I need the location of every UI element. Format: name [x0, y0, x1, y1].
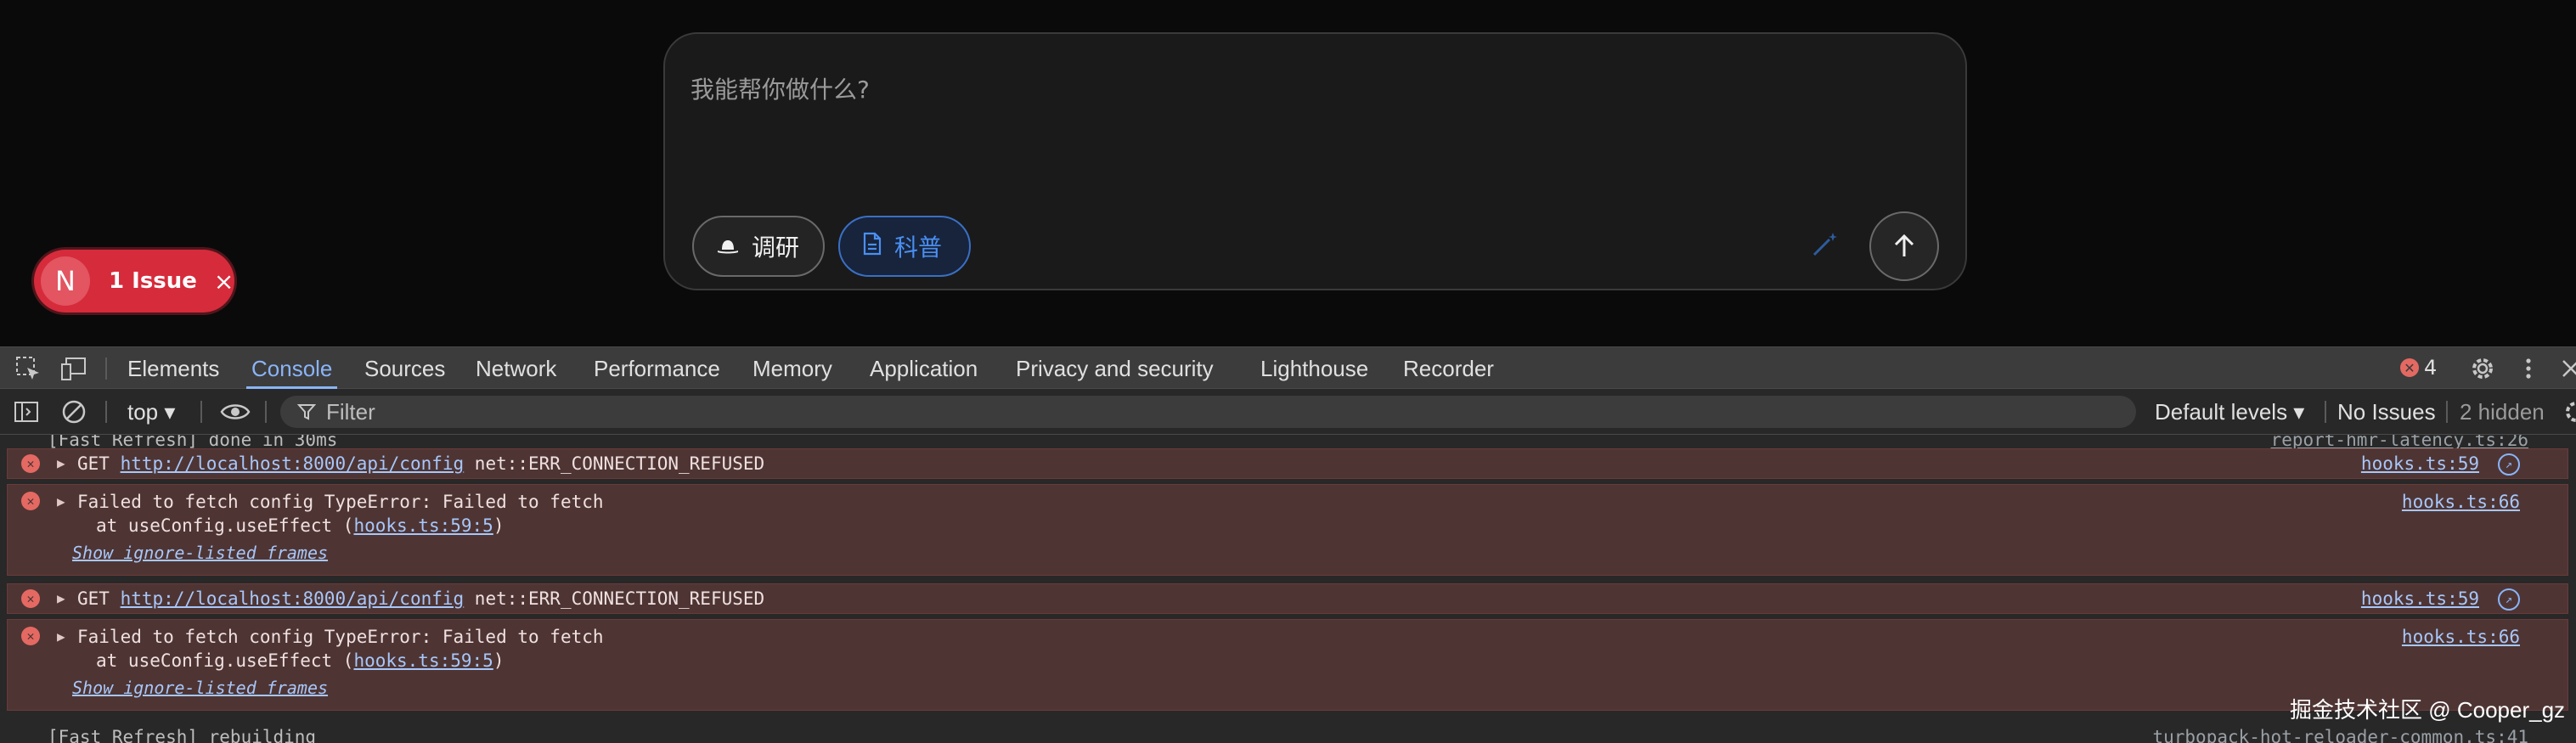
device-toolbar-icon[interactable]: [59, 354, 88, 383]
divider: [105, 357, 107, 380]
clear-console-icon[interactable]: [59, 397, 88, 426]
network-request-icon[interactable]: ↗: [2498, 588, 2520, 611]
issues-button[interactable]: No Issues: [2337, 389, 2436, 435]
hat-icon: [716, 233, 740, 261]
sidebar-toggle-icon[interactable]: [12, 397, 41, 426]
error-icon: ✕: [21, 454, 40, 473]
console-filterbar: top ▾ Filter Default levels ▾ No Issues …: [0, 389, 2576, 435]
stack-frame-link[interactable]: hooks.ts:59:5: [353, 515, 493, 536]
nextjs-logo-icon: N: [41, 256, 90, 306]
tab-memory[interactable]: Memory: [753, 347, 832, 390]
hidden-count: 2 hidden: [2460, 399, 2545, 425]
request-url-link[interactable]: http://localhost:8000/api/config: [121, 588, 465, 609]
log-source-link[interactable]: turbopack-hot-reloader-common.ts:41: [2152, 727, 2528, 743]
stack-frame: at useConfig.useEffect (hooks.ts:59:5): [96, 515, 504, 536]
stack-frame-link[interactable]: hooks.ts:59:5: [353, 650, 493, 671]
tab-lighthouse[interactable]: Lighthouse: [1260, 347, 1368, 390]
network-request-icon[interactable]: ↗: [2498, 453, 2520, 476]
error-icon: ✕: [21, 627, 40, 645]
request-url-link[interactable]: http://localhost:8000/api/config: [121, 453, 465, 474]
error-count: 4: [2424, 356, 2438, 380]
console-settings-icon[interactable]: [2562, 397, 2576, 426]
magic-wand-icon[interactable]: [1807, 228, 1841, 262]
filter-icon: [297, 404, 316, 420]
filter-placeholder: Filter: [326, 398, 375, 425]
inspect-element-icon[interactable]: [14, 354, 42, 383]
source-link[interactable]: hooks.ts:59: [2361, 588, 2479, 609]
error-message: GET http://localhost:8000/api/config net…: [77, 453, 765, 474]
science-chip-button[interactable]: 科普: [838, 216, 971, 277]
watermark: 掘金技术社区 @ Cooper_gz: [2290, 697, 2566, 723]
survey-chip-label: 调研: [752, 234, 800, 262]
issue-count-label: 1 Issue: [109, 268, 197, 294]
divider: [105, 401, 107, 423]
error-icon: ✕: [21, 492, 40, 510]
close-devtools-icon[interactable]: [2558, 354, 2576, 383]
error-message: Failed to fetch config TypeError: Failed…: [77, 627, 604, 647]
issues-badge-button[interactable]: N 1 Issue ×: [34, 250, 234, 312]
tab-recorder[interactable]: Recorder: [1403, 347, 1494, 390]
tab-network[interactable]: Network: [476, 347, 556, 390]
tab-application[interactable]: Application: [870, 347, 978, 390]
console-error-row[interactable]: ✕ ▶ Failed to fetch config TypeError: Fa…: [7, 619, 2568, 711]
divider: [2446, 401, 2448, 423]
tab-console[interactable]: Console: [245, 347, 338, 390]
tab-privacy-security[interactable]: Privacy and security: [1016, 347, 1214, 390]
source-link[interactable]: hooks.ts:66: [2402, 627, 2520, 647]
app-page: 我能帮你做什么? 调研 科普 N 1 Issue ×: [0, 0, 2576, 346]
stack-frame: at useConfig.useEffect (hooks.ts:59:5): [96, 650, 504, 671]
devtools-tabbar: Elements Console Sources Network Perform…: [0, 346, 2576, 390]
chat-input[interactable]: 我能帮你做什么?: [691, 71, 870, 105]
log-levels-dropdown[interactable]: Default levels ▾: [2155, 389, 2304, 435]
log-message: [Fast Refresh] rebuilding: [48, 727, 317, 743]
eye-icon[interactable]: [219, 397, 251, 426]
survey-chip-button[interactable]: 调研: [692, 216, 825, 277]
expand-triangle-icon[interactable]: ▶: [57, 628, 65, 644]
expand-triangle-icon[interactable]: ▶: [57, 493, 65, 509]
filter-input[interactable]: Filter: [280, 396, 2136, 428]
divider: [2325, 401, 2326, 423]
devtools-panel: Elements Console Sources Network Perform…: [0, 346, 2576, 743]
context-selector[interactable]: top ▾: [127, 389, 175, 435]
source-link[interactable]: hooks.ts:59: [2361, 453, 2479, 474]
console-output: [Fast Refresh] done in 30ms report-hmr-l…: [0, 435, 2576, 743]
tab-elements[interactable]: Elements: [127, 347, 219, 390]
console-error-row[interactable]: ✕ ▶ Failed to fetch config TypeError: Fa…: [7, 484, 2568, 576]
error-message: GET http://localhost:8000/api/config net…: [77, 588, 765, 609]
more-options-icon[interactable]: [2514, 354, 2543, 383]
console-error-row[interactable]: ✕ ▶ GET http://localhost:8000/api/config…: [7, 583, 2568, 614]
chat-input-box[interactable]: 我能帮你做什么? 调研 科普: [663, 32, 1967, 290]
console-error-row[interactable]: ✕ ▶ GET http://localhost:8000/api/config…: [7, 448, 2568, 479]
gear-icon[interactable]: [2468, 354, 2497, 383]
close-icon[interactable]: ×: [214, 267, 234, 296]
send-button[interactable]: [1869, 211, 1939, 281]
source-link[interactable]: hooks.ts:66: [2402, 492, 2520, 512]
error-message: Failed to fetch config TypeError: Failed…: [77, 492, 604, 512]
document-icon: [862, 232, 882, 262]
divider: [265, 401, 267, 423]
error-icon: ✕: [21, 589, 40, 608]
divider: [200, 401, 202, 423]
show-ignore-listed-frames-link[interactable]: Show ignore-listed frames: [72, 678, 328, 698]
arrow-up-icon: [1894, 234, 1914, 256]
show-ignore-listed-frames-link[interactable]: Show ignore-listed frames: [72, 543, 328, 563]
tab-sources[interactable]: Sources: [364, 347, 445, 390]
science-chip-label: 科普: [894, 234, 943, 262]
tab-performance[interactable]: Performance: [594, 347, 720, 390]
expand-triangle-icon[interactable]: ▶: [57, 455, 65, 471]
expand-triangle-icon[interactable]: ▶: [57, 590, 65, 606]
error-counter[interactable]: ✕ 4: [2400, 356, 2437, 380]
error-icon: ✕: [2400, 358, 2419, 377]
